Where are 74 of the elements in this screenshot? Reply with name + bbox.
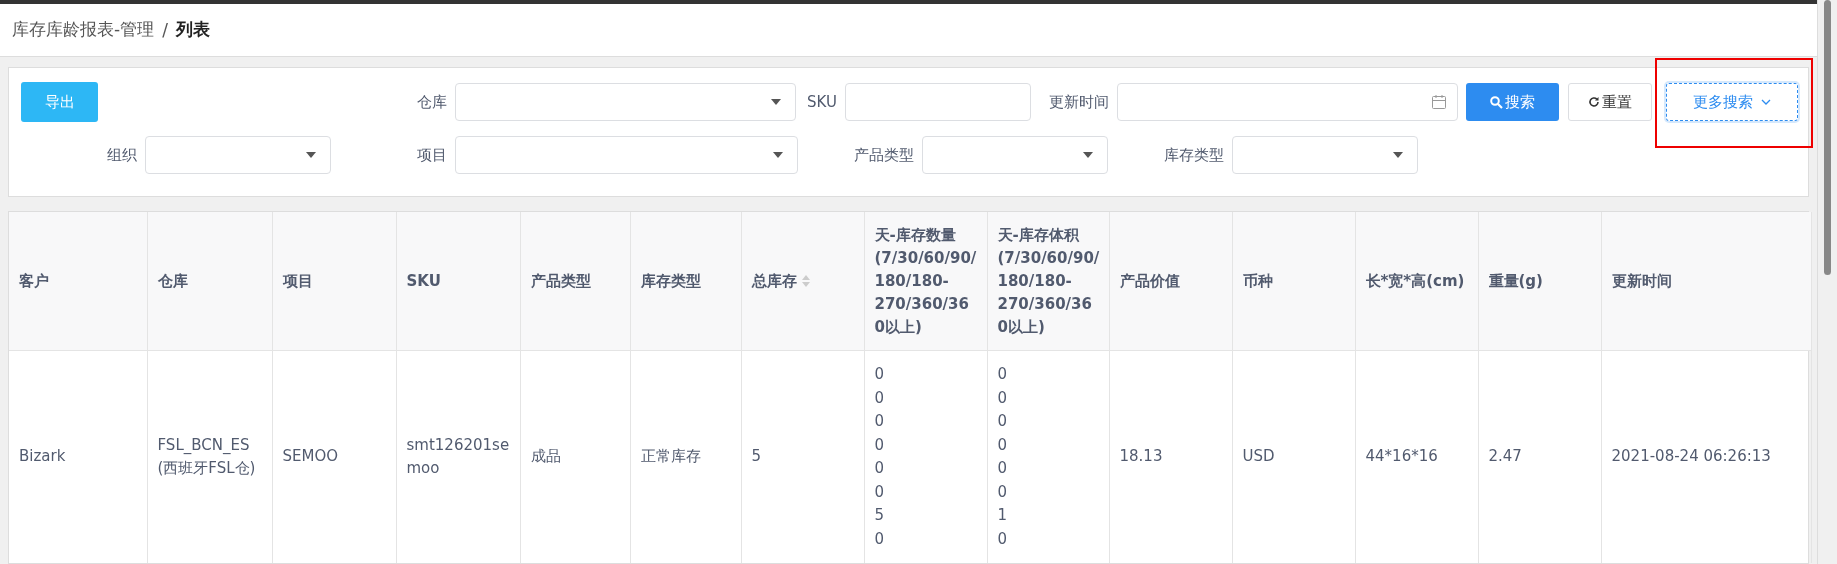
select-field[interactable]	[145, 136, 331, 174]
table-cell: 44*16*16	[1365, 447, 1438, 466]
table-cell: 正常库存	[640, 447, 701, 466]
table-cell-line: 0	[997, 411, 1009, 432]
column-header: SKU	[396, 212, 520, 351]
table-cell: 18.13	[1119, 447, 1163, 466]
caret-icon	[1393, 152, 1403, 158]
filter-label: 库存类型	[1163, 145, 1225, 165]
column-header: 天-库存体积(7/30/60/90/180/180-270/360/360以上)	[987, 212, 1109, 351]
column-header: 库存类型	[630, 212, 741, 351]
export-button[interactable]: 导出	[21, 82, 98, 122]
table-cell-line: 0	[874, 458, 886, 479]
filter-label: SKU	[806, 93, 838, 111]
table-cell-line: 0	[874, 387, 886, 409]
table-cell: FSL_BCN_ES(西班牙FSL仓)	[157, 435, 256, 477]
table-cell: 5	[751, 447, 762, 466]
column-header: 项目	[272, 212, 396, 351]
table-cell: USD	[1242, 447, 1275, 466]
filter-label: 仓库	[416, 92, 448, 112]
filter-label: 组织	[106, 145, 138, 165]
table-cell-line: 0	[997, 387, 1009, 409]
breadcrumb-link[interactable]: 库存库龄报表-管理	[12, 18, 155, 42]
table-cell-line: 0	[874, 434, 886, 456]
table-cell-line: 0	[874, 411, 886, 432]
table-cell-line: 0	[874, 481, 886, 503]
column-header: 天-库存数量(7/30/60/90/180/180-270/360/360以上)	[864, 212, 987, 351]
table-cell-line: 0	[997, 364, 1009, 385]
table-cell: SEMOO	[282, 447, 339, 466]
breadcrumb-separator: /	[162, 19, 168, 40]
caret-icon	[306, 152, 316, 158]
column-header: 产品价值	[1109, 212, 1232, 351]
chevron-down-icon	[1761, 99, 1771, 105]
page-title: 列表	[175, 18, 210, 42]
more-search-button[interactable]: 更多搜索	[1666, 83, 1798, 121]
table-cell-line: 0	[997, 481, 1009, 503]
search-icon	[1490, 95, 1503, 109]
select-field[interactable]	[922, 136, 1108, 174]
input-field[interactable]	[845, 83, 1031, 121]
column-header: 客户	[9, 212, 147, 351]
filter-label: 产品类型	[853, 145, 915, 165]
column-header: 总库存	[741, 212, 864, 351]
column-header: 长*宽*高(cm)	[1355, 212, 1478, 351]
column-header: 产品类型	[520, 212, 630, 351]
caret-icon	[773, 152, 783, 158]
calendar-icon	[1431, 94, 1447, 110]
select-field[interactable]	[455, 83, 796, 121]
search-button[interactable]: 搜索	[1466, 83, 1559, 121]
table-cell-line: 0	[997, 528, 1009, 550]
select-field[interactable]	[1232, 136, 1418, 174]
table-cell: 成品	[530, 447, 561, 466]
date-field[interactable]	[1117, 83, 1458, 121]
column-header: 重量(g)	[1478, 212, 1601, 351]
column-header: 币种	[1232, 212, 1355, 351]
sort-icon[interactable]	[800, 274, 811, 288]
table-cell: Bizark	[19, 447, 66, 466]
column-header: 仓库	[147, 212, 272, 351]
table-cell-line: 1	[997, 505, 1009, 526]
filter-label: 更新时间	[1048, 92, 1110, 112]
refresh-icon	[1588, 96, 1600, 108]
table-cell-line: 0	[874, 364, 886, 385]
table-cell-line: 0	[997, 458, 1009, 479]
select-field[interactable]	[455, 136, 798, 174]
caret-icon	[771, 99, 781, 105]
caret-icon	[1083, 152, 1093, 158]
column-header: 更新时间	[1601, 212, 1811, 351]
scrollbar-thumb[interactable]	[1824, 0, 1831, 275]
table-cell-line: 0	[997, 434, 1009, 456]
table-cell-line: 5	[874, 505, 886, 526]
table-cell: smt126201semoo	[406, 435, 510, 477]
table-cell: 2.47	[1488, 447, 1522, 466]
table-cell-line: 0	[874, 528, 886, 550]
filter-label: 项目	[416, 145, 448, 165]
reset-button[interactable]: 重置	[1568, 83, 1652, 121]
table-cell: 2021-08-24 06:26:13	[1611, 447, 1771, 466]
